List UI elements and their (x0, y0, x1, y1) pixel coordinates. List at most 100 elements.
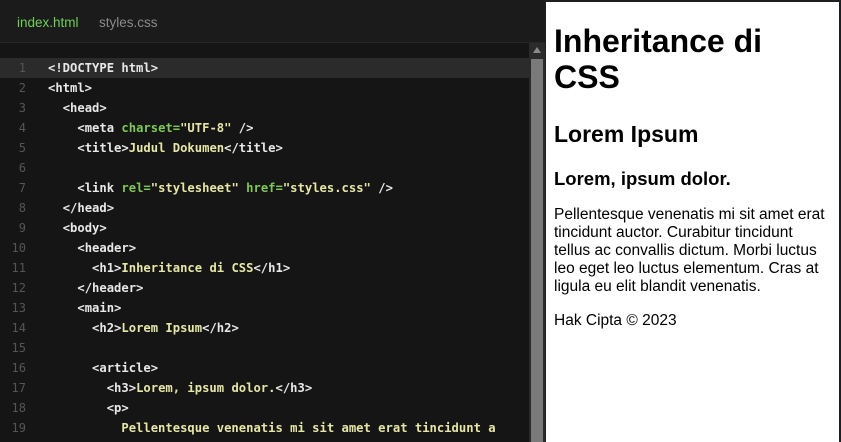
code-line[interactable]: 11 <h1>Inheritance di CSS</h1> (0, 258, 530, 278)
scrollbar-thumb[interactable] (531, 59, 543, 442)
preview-heading-2: Lorem Ipsum (554, 121, 699, 147)
code-line[interactable]: 8 </head> (0, 198, 530, 218)
code-text: <body> (48, 218, 107, 238)
line-number: 15 (11, 341, 26, 355)
code-text: <meta charset="UTF-8" /> (48, 118, 253, 138)
code-line[interactable]: 9 <body> (0, 218, 530, 238)
code-string: "UTF-8" (180, 121, 232, 135)
code-content: Pellentesque venenatis mi sit amet erat … (121, 421, 496, 435)
code-text: <link rel="stylesheet" href="styles.css"… (48, 178, 393, 198)
code-tag: <head> (62, 101, 107, 115)
code-line[interactable]: 1 <!DOCTYPE html> (0, 58, 530, 78)
code-text: <!DOCTYPE html> (48, 58, 158, 78)
code-text: <article> (48, 358, 158, 378)
line-number: 9 (18, 221, 26, 235)
code-tag: <html> (48, 81, 93, 95)
code-text: <h2>Lorem Ipsum</h2> (48, 318, 239, 338)
code-line[interactable]: 3 <head> (0, 98, 530, 118)
code-text: <header> (48, 238, 136, 258)
code-line[interactable]: 14 <h2>Lorem Ipsum</h2> (0, 318, 530, 338)
code-tag: <body> (62, 221, 107, 235)
code-line[interactable]: 10 <header> (0, 238, 530, 258)
line-number: 18 (11, 401, 26, 415)
code-text: <head> (48, 98, 107, 118)
code-tag: <h2> (92, 321, 122, 335)
code-tag: </h2> (202, 321, 239, 335)
code-editor[interactable]: index.html styles.css 1 <!DOCTYPE html> 2 <… (0, 0, 545, 442)
code-tag: <h3> (106, 381, 137, 395)
code-line[interactable]: 18 <p> (0, 398, 530, 418)
preview-heading-3: Lorem, ipsum dolor. (554, 168, 731, 189)
code-line[interactable]: 17 <h3>Lorem, ipsum dolor.</h3> (0, 378, 530, 398)
code-text: <main> (48, 298, 121, 318)
preview-paragraph: Pellentesque venenatis mi sit amet erat … (554, 206, 825, 295)
code-text: <title>Judul Dokumen</title> (48, 138, 283, 158)
line-number: 14 (11, 321, 26, 335)
code-text: Pellentesque venenatis mi sit amet erat … (48, 418, 496, 438)
code-line[interactable]: 2 <html> (0, 78, 530, 98)
line-number: 10 (11, 241, 26, 255)
preview-footer: Hak Cipta © 2023 (554, 312, 677, 329)
code-tag: <article> (92, 361, 159, 375)
code-string: "stylesheet" (150, 181, 239, 195)
line-number: 8 (18, 201, 26, 215)
code-tag: </h1> (253, 261, 291, 275)
code-tag: </title> (224, 141, 283, 155)
code-line[interactable]: 15 (0, 338, 530, 358)
tab-index-html[interactable]: index.html (17, 15, 79, 30)
code-text: <h3>Lorem, ipsum dolor.</h3> (48, 378, 312, 398)
scroll-up-arrow-icon[interactable] (533, 47, 541, 53)
code-tag: <p> (106, 401, 129, 415)
tab-bar: index.html styles.css (0, 0, 545, 43)
code-tag: <link (77, 181, 122, 195)
line-number: 16 (11, 361, 26, 375)
code-attribute: rel= (121, 181, 151, 195)
line-number: 7 (18, 181, 26, 195)
code-line[interactable]: 5 <title>Judul Dokumen</title> (0, 138, 530, 158)
code-line[interactable]: 4 <meta charset="UTF-8" /> (0, 118, 530, 138)
code-line[interactable]: 19 Pellentesque venenatis mi sit amet er… (0, 418, 530, 438)
code-area[interactable]: 1 <!DOCTYPE html> 2 <html> 3 <head> 4 <meta c… (0, 58, 530, 442)
line-number: 13 (11, 301, 26, 315)
code-line[interactable]: 6 (0, 158, 530, 178)
code-text: </header> (48, 278, 143, 298)
line-number: 12 (11, 281, 26, 295)
code-tag: </head> (62, 201, 115, 215)
vertical-scrollbar[interactable] (529, 43, 545, 442)
code-tag: </header> (77, 281, 144, 295)
code-line[interactable]: 13 <main> (0, 298, 530, 318)
line-number: 19 (11, 421, 26, 435)
code-tag: <!DOCTYPE html> (48, 61, 159, 75)
code-content: Judul Dokumen (128, 141, 225, 155)
code-tag: <title> (77, 141, 129, 155)
code-line[interactable]: 12 </header> (0, 278, 530, 298)
code-text: <h1>Inheritance di CSS</h1> (48, 258, 290, 278)
code-line[interactable]: 7 <link rel="stylesheet" href="styles.cs… (0, 178, 530, 198)
preview-pane: Inheritance di CSS Lorem Ipsum Lorem, ip… (546, 2, 839, 442)
code-string: "styles.css" (282, 181, 371, 195)
code-tag: <header> (77, 241, 137, 255)
code-attribute: charset= (121, 121, 181, 135)
line-number: 11 (11, 261, 26, 275)
tab-styles-css[interactable]: styles.css (99, 15, 158, 30)
code-tag: </h3> (275, 381, 313, 395)
line-number: 6 (18, 161, 26, 175)
line-number: 17 (11, 381, 26, 395)
code-text: </head> (48, 198, 114, 218)
code-line[interactable]: 16 <article> (0, 358, 530, 378)
code-content: Lorem, ipsum dolor. (136, 381, 276, 395)
code-text: <html> (48, 78, 92, 98)
code-text: <p> (48, 398, 129, 418)
